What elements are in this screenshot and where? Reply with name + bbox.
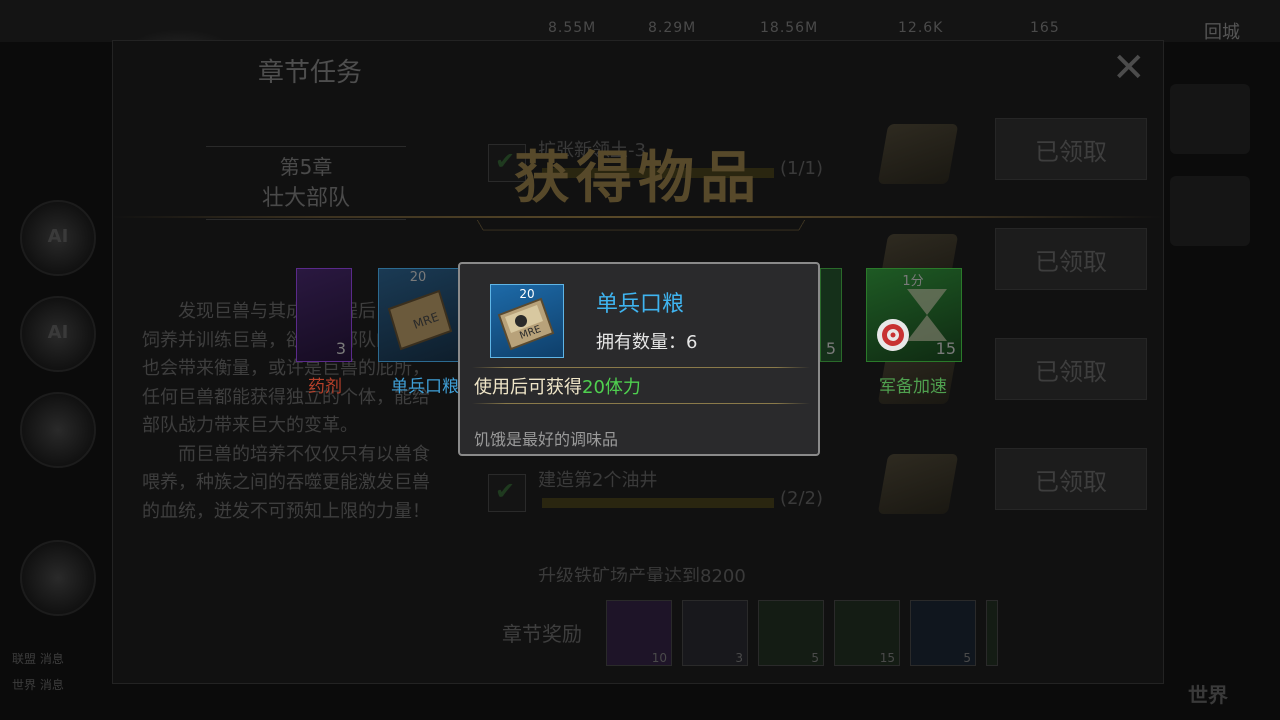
item-count: 5	[825, 339, 836, 358]
reward-item[interactable]: 3	[682, 600, 748, 666]
item-count: 3	[335, 339, 346, 358]
tooltip-owned-count: 拥有数量：6	[596, 332, 698, 353]
chat-line-2[interactable]: 世界 消息	[12, 676, 64, 693]
task-progress: (1/1)	[780, 158, 824, 179]
item-top-label: 20	[409, 270, 427, 285]
obtained-item[interactable]: MRE 20	[378, 268, 460, 362]
right-deco-1[interactable]	[1170, 84, 1250, 154]
task-row: 建造第2个油井 (2/2) 已领取	[488, 448, 1158, 562]
obtain-title: 获得物品	[514, 146, 762, 211]
obtained-item[interactable]: 1分 15	[866, 268, 962, 362]
ration-icon: MRE 20	[490, 284, 564, 358]
task-name: 升级铁矿场产量达到8200	[538, 566, 746, 582]
use-effect-prefix: 使用后可获得	[474, 377, 582, 398]
return-city-button[interactable]: 回城	[1204, 18, 1240, 44]
task-progress-bar	[542, 498, 774, 508]
reward-item[interactable]: 10	[606, 600, 672, 666]
side-globe-icon[interactable]	[20, 540, 96, 616]
reward-item[interactable]	[986, 600, 998, 666]
chapter-name: 壮大部队	[261, 186, 350, 211]
chest-icon	[877, 124, 959, 184]
resource-gems: 165	[1030, 20, 1060, 36]
obtained-item[interactable]: 5	[820, 268, 842, 362]
tooltip-use-effect: 使用后可获得20体力	[474, 373, 641, 399]
side-event-icon-2[interactable]: AI	[20, 296, 96, 372]
chapter-reward-bar: 章节奖励 10 3 5 15 5	[478, 592, 1158, 672]
check-icon	[488, 474, 526, 512]
divider	[112, 216, 1162, 218]
top-resource-bar: 8.55M 8.29M 18.56M 12.6K 165 回城	[0, 0, 1280, 94]
reward-item[interactable]: 15	[834, 600, 900, 666]
task-row: 升级铁矿场产量达到8200	[488, 562, 1158, 582]
resource-iron: 18.56M	[760, 20, 819, 36]
reward-item[interactable]: 5	[758, 600, 824, 666]
right-deco-2[interactable]	[1170, 176, 1250, 246]
use-effect-value: 20体力	[582, 377, 641, 398]
item-name: 药剂	[308, 377, 342, 397]
page-title: 章节任务	[258, 58, 363, 88]
reward-item[interactable]: 5	[910, 600, 976, 666]
item-count: 15	[935, 339, 956, 358]
claim-button[interactable]: 已领取	[995, 448, 1147, 510]
item-top-label: 1分	[902, 274, 924, 289]
tooltip-icon-count: 20	[519, 287, 535, 301]
chat-line-1[interactable]: 联盟 消息	[12, 650, 64, 667]
obtained-item[interactable]: 3	[296, 268, 352, 362]
resource-gold: 12.6K	[898, 20, 944, 36]
claim-button[interactable]: 已领取	[995, 228, 1147, 290]
claim-button[interactable]: 已领取	[995, 118, 1147, 180]
claim-button[interactable]: 已领取	[995, 338, 1147, 400]
item-name: 军备加速	[879, 377, 947, 397]
side-flag-icon[interactable]	[20, 392, 96, 468]
story-paragraph: 而巨兽的培养不仅仅只有以兽食喂养，种族之间的吞噬更能激发巨兽的血统，迸发不可预知…	[142, 443, 430, 522]
resource-food: 8.55M	[548, 20, 597, 36]
task-progress: (2/2)	[780, 488, 824, 509]
chapter-banner: 第5章 壮大部队	[206, 146, 406, 220]
resource-oil: 8.29M	[648, 20, 697, 36]
tooltip-description: 饥饿是最好的调味品	[474, 430, 619, 449]
divider	[472, 367, 810, 368]
chapter-reward-label: 章节奖励	[502, 622, 582, 646]
divider	[476, 220, 806, 231]
divider	[472, 403, 810, 404]
world-button[interactable]: 世界	[1188, 679, 1228, 708]
chest-icon	[877, 454, 959, 514]
task-name: 建造第2个油井	[538, 470, 658, 491]
item-tooltip: MRE 20 单兵口粮 拥有数量：6 使用后可获得20体力 饥饿是最好的调味品	[458, 262, 820, 456]
side-event-icon[interactable]: AI	[20, 200, 96, 276]
tooltip-item-name: 单兵口粮	[596, 292, 685, 317]
close-icon[interactable]: ✕	[1112, 48, 1146, 88]
chapter-number: 第5章	[279, 155, 333, 179]
